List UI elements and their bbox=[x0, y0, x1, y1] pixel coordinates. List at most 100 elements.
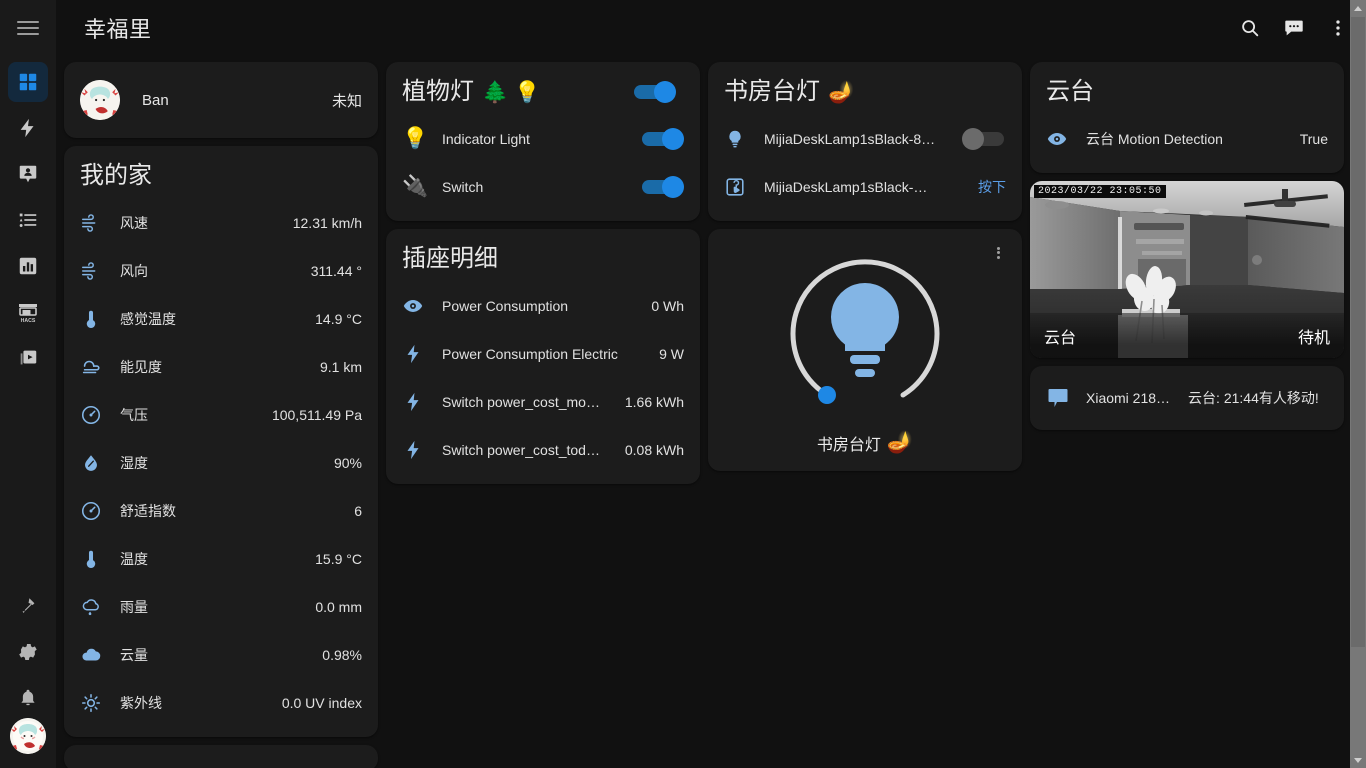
app-root: HACS 幸福里 Ban 未知 我的家 风速 12.31 km/h 风向 311… bbox=[0, 0, 1366, 768]
entity-row-uv-index[interactable]: 紫外线 0.0 UV index bbox=[64, 679, 378, 727]
entity-row-power-cost-month[interactable]: Switch power_cost_mo… 1.66 kWh bbox=[386, 378, 700, 426]
scroll-down-arrow[interactable] bbox=[1350, 752, 1366, 768]
eye-icon bbox=[1046, 128, 1086, 150]
diya-lamp-emoji: 🪔 bbox=[886, 430, 914, 454]
notification-card: Xiaomi 218… 云台: 21:44有人移动! bbox=[1030, 365, 1344, 430]
scroll-up-arrow[interactable] bbox=[1350, 0, 1366, 16]
camera-timestamp: 2023/03/22 23:05:50 bbox=[1034, 184, 1166, 198]
light-name: 书房台灯 bbox=[816, 436, 881, 454]
bar-chart-icon bbox=[19, 257, 37, 275]
diya-lamp-emoji: 🪔 bbox=[828, 80, 855, 104]
light-more-info-button[interactable] bbox=[984, 239, 1012, 267]
entity-row-rain[interactable]: 雨量 0.0 mm bbox=[64, 583, 378, 631]
entity-name: 湿度 bbox=[120, 454, 148, 471]
entity-name: 云量 bbox=[120, 646, 148, 663]
light-slider-body: 书房台灯 🪔 bbox=[708, 229, 1022, 455]
sidebar-item-map[interactable] bbox=[8, 154, 48, 194]
entity-name: 紫外线 bbox=[120, 694, 162, 711]
entity-row-power-consumption-electric[interactable]: Power Consumption Electric 9 W bbox=[386, 330, 700, 378]
entity-row-visibility[interactable]: 能见度 9.1 km bbox=[64, 343, 378, 391]
sidebar-item-history[interactable] bbox=[8, 246, 48, 286]
bolt-flat-icon bbox=[402, 343, 442, 365]
socket-details-card: 插座明细 Power Consumption 0 Wh Power Consum… bbox=[386, 228, 700, 484]
entity-row-mijia-desk-lamp-light[interactable]: MijiaDeskLamp1sBlack-8… bbox=[708, 115, 1022, 163]
toggle-thumb bbox=[662, 127, 684, 150]
hacs-icon: HACS bbox=[19, 304, 37, 324]
entity-row-wind-speed[interactable]: 风速 12.31 km/h bbox=[64, 199, 378, 247]
light-brightness-slider[interactable] bbox=[775, 243, 955, 423]
entity-value: 14.9 °C bbox=[315, 310, 362, 327]
switch-toggle[interactable] bbox=[640, 175, 684, 198]
camera-name: 云台 bbox=[1044, 329, 1077, 347]
sidebar-item-settings[interactable] bbox=[8, 632, 48, 672]
assist-button[interactable] bbox=[1272, 6, 1316, 50]
entity-row-cloud-coverage[interactable]: 云量 0.98% bbox=[64, 631, 378, 679]
sidebar: HACS bbox=[0, 0, 56, 768]
entity-row-wind-bearing[interactable]: 风向 311.44 ° bbox=[64, 247, 378, 295]
entity-value: 0.08 kWh bbox=[624, 441, 684, 458]
svg-text:HACS: HACS bbox=[21, 318, 36, 324]
indicator-light-toggle[interactable] bbox=[640, 127, 684, 150]
hamburger-menu-button[interactable] bbox=[0, 0, 56, 56]
entity-row-power-cost-today[interactable]: Switch power_cost_tod… 0.08 kWh bbox=[386, 426, 700, 474]
dashboard-column-1: Ban 未知 我的家 风速 12.31 km/h 风向 311.44 ° 感觉温… bbox=[64, 62, 378, 768]
scrollbar-thumb[interactable] bbox=[1351, 17, 1365, 647]
sidebar-item-developer-tools[interactable] bbox=[8, 586, 48, 626]
person-row-ban[interactable]: Ban 未知 bbox=[64, 62, 378, 138]
person-avatar bbox=[80, 80, 120, 120]
entity-name: Switch power_cost_tod… bbox=[442, 441, 600, 458]
sidebar-item-media[interactable] bbox=[8, 338, 48, 378]
entity-row-comfort-index[interactable]: 舒适指数 6 bbox=[64, 487, 378, 535]
entity-name: Power Consumption bbox=[442, 297, 569, 314]
thermometer-icon bbox=[80, 308, 120, 330]
entity-row-pressure[interactable]: 气压 100,511.49 Pa bbox=[64, 391, 378, 439]
thermometer-icon bbox=[80, 548, 120, 570]
entity-row-apparent-temperature[interactable]: 感觉温度 14.9 °C bbox=[64, 295, 378, 343]
avatar-image bbox=[10, 718, 46, 754]
person-avatar-image bbox=[80, 80, 120, 120]
assist-icon bbox=[1285, 20, 1303, 36]
plant-light-card: 植物灯 🌲 💡 💡 Indicator Light 🔌 Switch bbox=[386, 62, 700, 221]
camera-footer: 云台 待机 bbox=[1030, 313, 1344, 358]
desk-lamp-card: 书房台灯 🪔 MijiaDeskLamp1sBlack-8… MijiaDesk… bbox=[708, 62, 1022, 221]
entity-name: Indicator Light bbox=[442, 130, 530, 147]
plant-light-master-toggle[interactable] bbox=[632, 81, 676, 104]
entity-name: Switch power_cost_mo… bbox=[442, 393, 600, 410]
entity-row-indicator-light[interactable]: 💡 Indicator Light bbox=[386, 115, 700, 163]
desk-lamp-toggle[interactable] bbox=[962, 127, 1006, 150]
entity-row-temperature[interactable]: 温度 15.9 °C bbox=[64, 535, 378, 583]
sidebar-item-notifications[interactable] bbox=[8, 678, 48, 718]
notification-message: 云台: 21:44有人移动! bbox=[1188, 389, 1319, 406]
sidebar-item-overview[interactable] bbox=[8, 62, 48, 102]
camera-card[interactable]: 2023/03/22 23:05:50 云台 待机 bbox=[1030, 180, 1344, 358]
message-icon bbox=[1046, 386, 1086, 410]
search-button[interactable] bbox=[1228, 6, 1272, 50]
home-weather-card: 我的家 风速 12.31 km/h 风向 311.44 ° 感觉温度 14.9 … bbox=[64, 146, 378, 737]
hammer-icon bbox=[22, 598, 35, 613]
plant-light-title: 植物灯 bbox=[402, 78, 474, 105]
sidebar-item-energy[interactable] bbox=[8, 108, 48, 148]
entity-name: Power Consumption Electric bbox=[442, 345, 618, 362]
app-header: 幸福里 bbox=[56, 0, 1366, 56]
sidebar-item-hacs[interactable]: HACS bbox=[8, 292, 48, 332]
sidebar-item-logbook[interactable] bbox=[8, 200, 48, 240]
user-avatar[interactable] bbox=[10, 718, 46, 754]
entity-name: 风向 bbox=[120, 262, 148, 279]
entity-row-humidity[interactable]: 湿度 90% bbox=[64, 439, 378, 487]
hamburger-icon bbox=[17, 17, 39, 39]
toggle-thumb bbox=[662, 175, 684, 198]
page-scrollbar[interactable] bbox=[1350, 0, 1366, 768]
entity-row-ptz-motion-detection[interactable]: 云台 Motion Detection True bbox=[1030, 115, 1344, 163]
entity-row-mijia-desk-lamp-button[interactable]: MijiaDeskLamp1sBlack-… 按下 bbox=[708, 163, 1022, 211]
entity-name: 舒适指数 bbox=[120, 502, 176, 519]
entity-row-switch[interactable]: 🔌 Switch bbox=[386, 163, 700, 211]
plant-light-header: 植物灯 🌲 💡 bbox=[386, 62, 700, 115]
desk-lamp-title: 书房台灯 bbox=[724, 78, 820, 105]
press-button[interactable]: 按下 bbox=[978, 177, 1006, 197]
notification-row[interactable]: Xiaomi 218… 云台: 21:44有人移动! bbox=[1030, 366, 1344, 430]
light-slider-card: 书房台灯 🪔 bbox=[708, 228, 1022, 471]
entity-name: 感觉温度 bbox=[120, 310, 176, 327]
gauge-icon bbox=[80, 404, 120, 426]
entity-row-power-consumption[interactable]: Power Consumption 0 Wh bbox=[386, 282, 700, 330]
entity-name: 能见度 bbox=[120, 358, 162, 375]
